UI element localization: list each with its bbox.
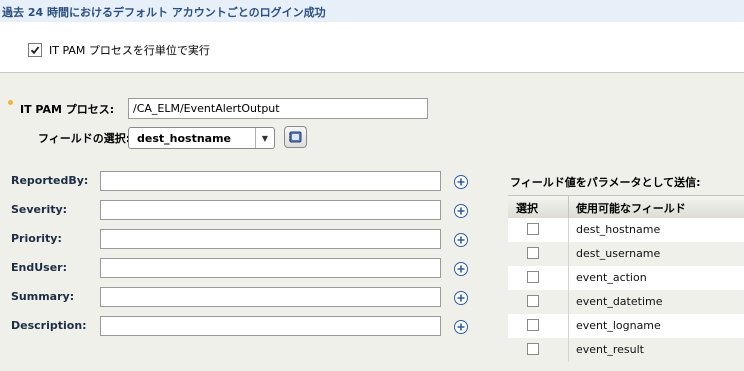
param-input-severity[interactable]	[100, 200, 441, 220]
row-checkbox[interactable]	[527, 343, 539, 355]
column-divider	[568, 266, 569, 290]
column-divider	[568, 218, 569, 242]
insert-field-button[interactable]	[284, 126, 307, 148]
process-input[interactable]: /CA_ELM/EventAlertOutput	[128, 98, 428, 119]
column-divider	[568, 338, 569, 362]
field-name: event_logname	[576, 319, 661, 332]
run-per-row-checkbox[interactable]	[28, 43, 42, 57]
param-label-reportedby: ReportedBy:	[11, 174, 89, 187]
section-title: 過去 24 時間におけるデフォルト アカウントごとのログイン成功	[2, 6, 326, 19]
param-input-priority[interactable]	[100, 229, 441, 249]
add-param-icon[interactable]	[454, 175, 468, 189]
row-checkbox[interactable]	[527, 295, 539, 307]
param-input-enduser[interactable]	[100, 258, 441, 278]
param-input-reportedby[interactable]	[100, 171, 441, 191]
column-divider	[568, 290, 569, 314]
row-checkbox[interactable]	[527, 223, 539, 235]
add-param-icon[interactable]	[454, 204, 468, 218]
process-label: IT PAM プロセス:	[20, 103, 115, 116]
table-row: event_logname	[508, 314, 744, 338]
notebook-icon	[289, 131, 302, 143]
add-param-icon[interactable]	[454, 233, 468, 247]
field-name: event_result	[576, 343, 644, 356]
param-label-priority: Priority:	[11, 232, 62, 245]
field-select-label: フィールドの選択:	[38, 132, 131, 145]
chevron-down-icon[interactable]: ▼	[255, 128, 274, 148]
field-table-title: フィールド値をパラメータとして送信:	[510, 176, 701, 189]
table-row: event_datetime	[508, 290, 744, 314]
add-param-icon[interactable]	[454, 291, 468, 305]
run-per-row-option[interactable]: IT PAM プロセスを行単位で実行	[28, 42, 210, 58]
table-row: event_action	[508, 266, 744, 290]
param-label-severity: Severity:	[11, 203, 68, 216]
row-checkbox[interactable]	[527, 319, 539, 331]
field-name: dest_username	[576, 247, 661, 260]
table-row: dest_hostname	[508, 218, 744, 242]
field-select-value: dest_hostname	[137, 132, 232, 145]
add-param-icon[interactable]	[454, 320, 468, 334]
param-label-enduser: EndUser:	[11, 261, 67, 274]
param-label-summary: Summary:	[11, 290, 75, 303]
col-header-field: 使用可能なフィールド	[576, 202, 686, 215]
table-row: event_result	[508, 338, 744, 362]
param-input-description[interactable]	[100, 316, 441, 336]
row-checkbox[interactable]	[527, 247, 539, 259]
field-name: event_action	[576, 271, 647, 284]
param-label-description: Description:	[11, 319, 87, 332]
required-marker-icon	[8, 100, 13, 105]
table-row: dest_username	[508, 242, 744, 266]
field-select-dropdown[interactable]: dest_hostname ▼	[128, 127, 275, 149]
param-input-summary[interactable]	[100, 287, 441, 307]
row-checkbox[interactable]	[527, 271, 539, 283]
field-name: dest_hostname	[576, 223, 661, 236]
field-name: event_datetime	[576, 295, 663, 308]
checkmark-icon	[30, 46, 40, 55]
column-divider	[568, 314, 569, 338]
column-divider	[568, 195, 569, 218]
run-per-row-label: IT PAM プロセスを行単位で実行	[49, 44, 210, 57]
column-divider	[568, 242, 569, 266]
col-header-select: 選択	[516, 202, 538, 215]
add-param-icon[interactable]	[454, 262, 468, 276]
